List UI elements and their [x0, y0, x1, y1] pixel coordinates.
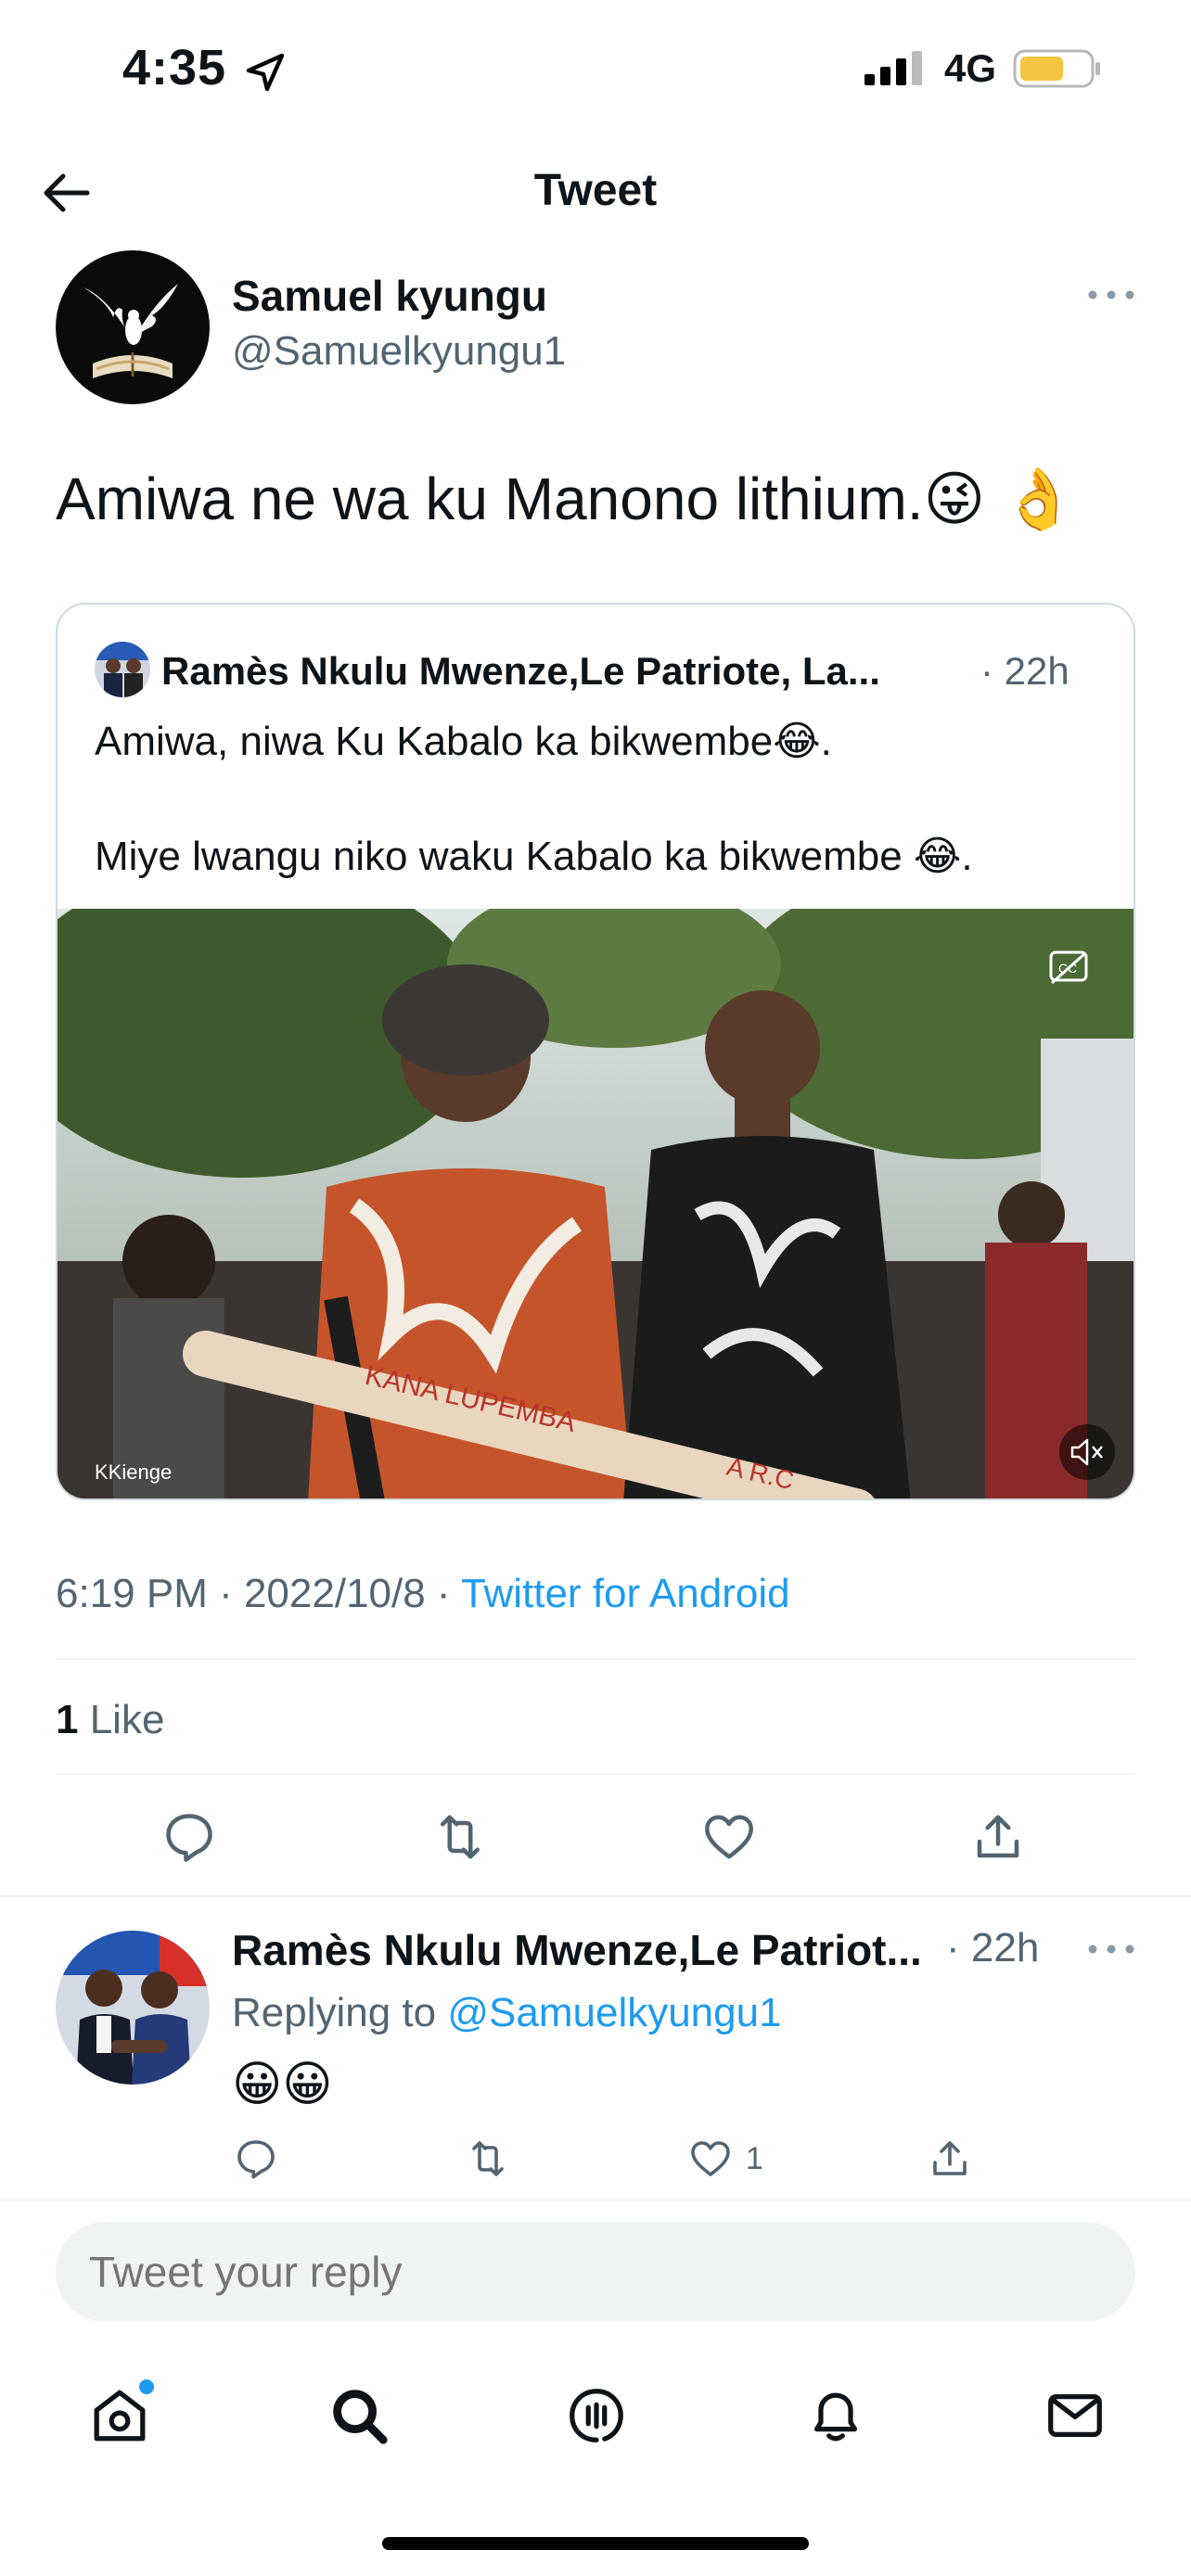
location-arrow-icon: [246, 53, 285, 92]
reply-author-avatar[interactable]: [56, 1931, 210, 2085]
retweet-icon: [472, 2141, 504, 2176]
author-handle[interactable]: @Samuelkyungu1: [232, 328, 566, 375]
tweet-source[interactable]: Twitter for Android: [461, 1571, 790, 1616]
nav-messages[interactable]: [1033, 2374, 1117, 2457]
video-watermark: KKienge: [95, 1460, 172, 1484]
heart-icon: [691, 2141, 730, 2176]
replying-prefix: Replying to: [232, 1990, 448, 2035]
reply-retweet-button[interactable]: [460, 2133, 516, 2185]
quoted-author-avatar: [95, 642, 150, 697]
share-icon: [933, 2141, 967, 2175]
reply-icon: [237, 2140, 275, 2179]
quoted-tweet[interactable]: Ramès Nkulu Mwenze,Le Patriote, La... · …: [56, 603, 1135, 1500]
reply-composer-input[interactable]: [56, 2222, 1135, 2322]
nav-spaces[interactable]: [555, 2374, 638, 2457]
retweet-button[interactable]: [423, 1804, 497, 1869]
author-avatar[interactable]: [56, 250, 210, 404]
status-time: 4:35: [122, 40, 227, 96]
notifications-icon: [813, 2392, 858, 2442]
search-icon: [333, 2390, 388, 2444]
quoted-author-name: Ramès Nkulu Mwenze,Le Patriote, La...: [161, 649, 880, 693]
tweet-text: Amiwa ne wa ku Manono lithium.😜 👌: [56, 465, 1076, 532]
author-name[interactable]: Samuel kyungu: [232, 271, 547, 321]
nav-home[interactable]: [78, 2374, 161, 2457]
nav-notifications[interactable]: [794, 2374, 877, 2457]
reply-button[interactable]: [152, 1804, 226, 1869]
divider: [0, 1895, 1191, 1897]
likes-summary[interactable]: 1 Like: [56, 1697, 164, 1743]
reply-like-button[interactable]: 1: [688, 2133, 790, 2185]
spaces-icon: [570, 2389, 623, 2442]
reply-like-count: 1: [746, 2140, 763, 2176]
status-indicators: 4G: [863, 46, 1102, 91]
battery-icon: [1013, 49, 1100, 88]
quoted-text-line1: Amiwa, niwa Ku Kabalo ka bikwembe😂.: [95, 719, 832, 764]
mute-button[interactable]: [1059, 1424, 1115, 1480]
like-button[interactable]: [692, 1804, 766, 1869]
reply-text: 😀😀: [232, 2058, 333, 2111]
divider: [56, 1773, 1135, 1775]
tweet-timestamp: 6:19 PM · 2022/10/8 ·: [56, 1571, 462, 1616]
replying-handle[interactable]: @Samuelkyungu1: [447, 1990, 781, 2035]
retweet-icon: [441, 1815, 480, 1859]
nav-search[interactable]: [317, 2374, 401, 2457]
heart-icon: [705, 1815, 753, 1859]
quoted-video[interactable]: KANA LUPEMBA A R.C KKienge CC: [58, 909, 1133, 1498]
speaker-muted-icon: [1070, 1438, 1103, 1466]
divider: [56, 1658, 1135, 1660]
reply-reply-button[interactable]: [228, 2133, 284, 2185]
reply-author-name[interactable]: Ramès Nkulu Mwenze,Le Patriot...: [232, 1925, 922, 1975]
reply-more-options-icon[interactable]: [1083, 1940, 1139, 1958]
signal-icon: [864, 51, 922, 85]
messages-icon: [1048, 2393, 1102, 2438]
reply-time: · 22h: [946, 1925, 1040, 1970]
tweet-meta: 6:19 PM · 2022/10/8 · Twitter for Androi…: [56, 1571, 790, 1617]
share-button[interactable]: [961, 1804, 1035, 1869]
notification-dot: [139, 2379, 154, 2394]
more-options-icon[interactable]: [1083, 286, 1139, 304]
captions-icon[interactable]: CC: [1048, 950, 1089, 987]
replying-to: Replying to @Samuelkyungu1: [232, 1990, 782, 2036]
reply-icon: [166, 1814, 212, 1862]
home-indicator: [382, 2537, 809, 2550]
like-label: Like: [78, 1697, 165, 1742]
divider: [0, 2200, 1191, 2201]
page-title: Tweet: [533, 166, 658, 215]
share-icon: [977, 1815, 1019, 1858]
network-label: 4G: [943, 46, 996, 90]
quoted-time: · 22h: [980, 649, 1069, 693]
like-count: 1: [56, 1697, 79, 1742]
reply-share-button[interactable]: [922, 2133, 978, 2185]
quoted-text-line2: Miye lwangu niko waku Kabalo ka bikwembe…: [95, 834, 973, 879]
